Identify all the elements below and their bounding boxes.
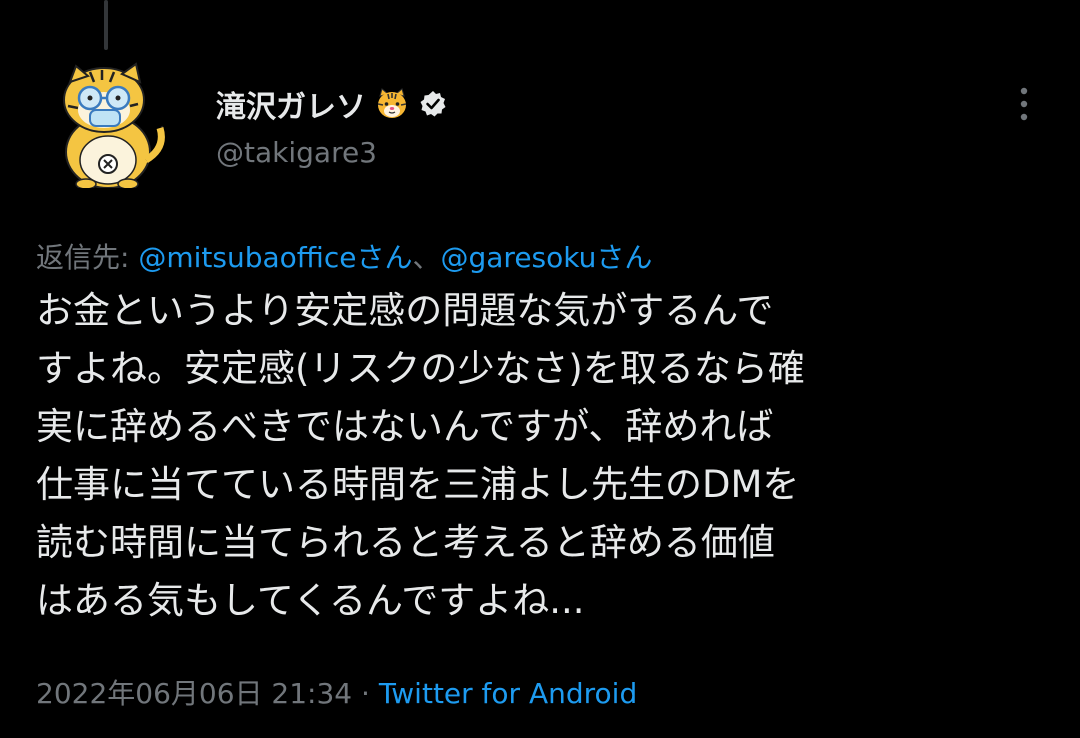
- reply-mention-separator: 、: [412, 241, 441, 274]
- metadata-separator: ·: [352, 677, 379, 710]
- tweet-timestamp[interactable]: 2022年06月06日 21:34: [36, 677, 352, 710]
- tweet-metadata: 2022年06月06日 21:34 · Twitter for Android: [36, 672, 637, 712]
- reply-mention-garesoku[interactable]: @garesokuさん: [440, 241, 652, 274]
- tweet-text-line: すよね。安定感(リスクの少なさ)を取るなら確: [36, 347, 805, 390]
- thread-connector-line: [104, 0, 108, 50]
- avatar[interactable]: [46, 60, 174, 190]
- tiger-mascot-avatar-icon: [63, 62, 165, 190]
- tweet-text-line: 読む時間に当てられると考えると辞める価値: [36, 521, 775, 564]
- reply-to-prefix: 返信先:: [36, 241, 139, 274]
- more-options-icon: [1020, 87, 1028, 121]
- verified-badge-icon[interactable]: [418, 89, 448, 119]
- tweet-source-link[interactable]: Twitter for Android: [379, 677, 637, 710]
- tweet-header: 滝沢ガレソ @takigare3: [216, 82, 448, 169]
- author-display-name[interactable]: 滝沢ガレソ: [216, 82, 366, 126]
- tiger-face-emoji-icon: [374, 86, 410, 122]
- author-name-row: 滝沢ガレソ: [216, 82, 448, 126]
- reply-to-line: 返信先: @mitsubaofficeさん、@garesokuさん: [36, 236, 652, 276]
- more-options-button[interactable]: [1004, 84, 1044, 124]
- tweet-text-line: お金というより安定感の問題な気がするんで: [36, 289, 774, 332]
- author-handle[interactable]: @takigare3: [216, 136, 448, 169]
- tweet-text: お金というより安定感の問題な気がするんで すよね。安定感(リスクの少なさ)を取る…: [36, 282, 1056, 630]
- tweet-text-line: はある気もしてくるんですよね...: [36, 579, 585, 622]
- tweet-text-line: 実に辞めるべきではないんですが、辞めれば: [36, 405, 774, 448]
- tweet-text-line: 仕事に当てている時間を三浦よし先生のDMを: [36, 463, 800, 506]
- reply-mention-mitsubaoffice[interactable]: @mitsubaofficeさん: [138, 241, 412, 274]
